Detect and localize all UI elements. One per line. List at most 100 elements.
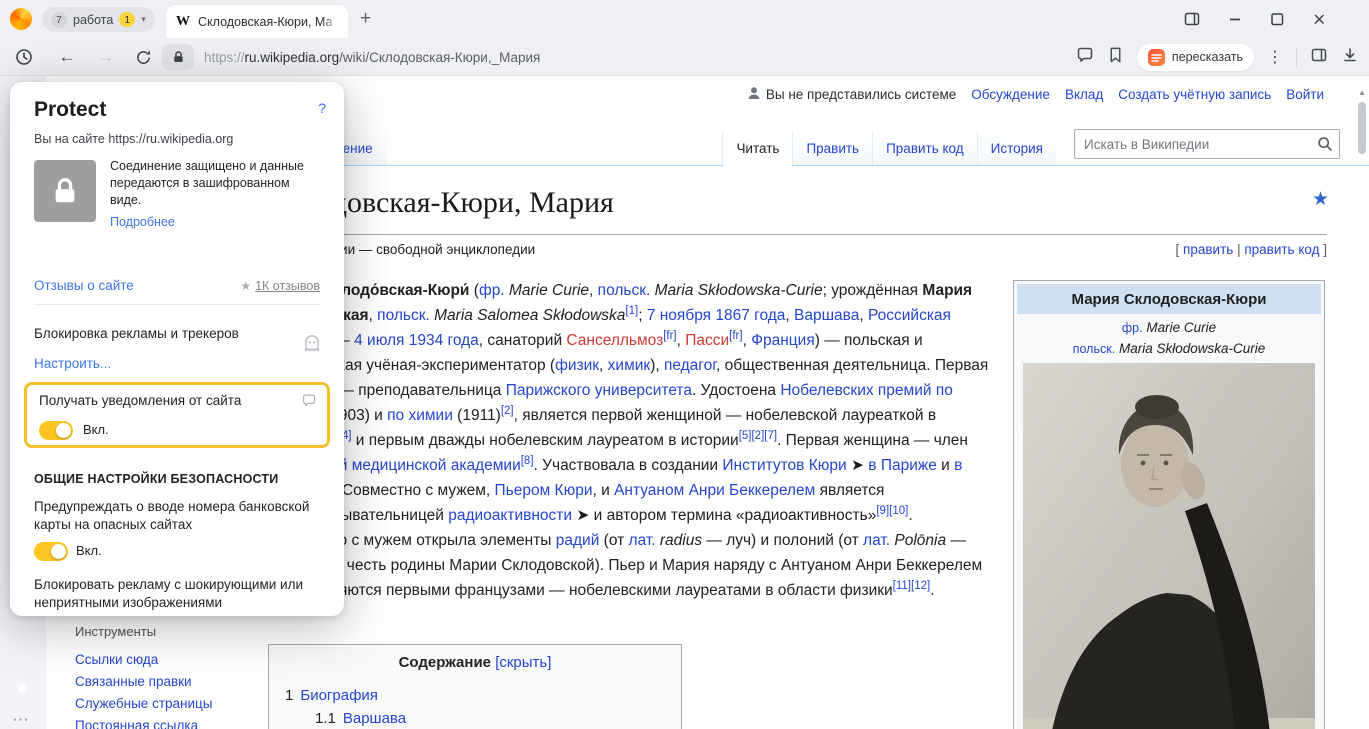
watch-star-icon[interactable]: ★ xyxy=(1312,188,1329,211)
notifications-toggle[interactable] xyxy=(39,421,73,440)
search-input[interactable] xyxy=(1074,129,1340,159)
wiki-link[interactable]: Франция xyxy=(751,332,815,349)
shocking-ads-label: Блокировать рекламу с шокирующими или не… xyxy=(34,576,316,612)
wiki-link[interactable]: Институтов Кюри xyxy=(722,457,846,474)
wiki-link[interactable]: Варшава xyxy=(794,307,859,324)
tab-group[interactable]: 7 работа 1 ▾ xyxy=(42,7,155,32)
url-path: /wiki/Склодовская-Кюри,_Мария xyxy=(339,50,540,65)
more-menu-icon[interactable]: ⋮ xyxy=(1267,47,1283,67)
wiki-link[interactable]: [11][12] xyxy=(893,580,931,592)
maximize-icon[interactable] xyxy=(1269,11,1285,27)
wiki-link[interactable]: фр. xyxy=(479,282,505,299)
wiki-link[interactable]: править xyxy=(1183,242,1233,257)
site-reviews-link[interactable]: Отзывы о сайте xyxy=(34,278,134,293)
sidebar-more-icon[interactable]: ⋯ xyxy=(12,710,30,729)
toc-link-biography[interactable]: Биография xyxy=(300,687,378,704)
sidebar-link-special-pages[interactable]: Служебные страницы xyxy=(75,693,212,715)
back-icon[interactable]: ← xyxy=(55,38,79,76)
wiki-link[interactable]: физик xyxy=(555,357,599,374)
card-warning-label: Предупреждать о вводе номера банковской … xyxy=(34,498,316,534)
toc-link-warsaw[interactable]: Варшава xyxy=(343,710,406,727)
ghost-icon xyxy=(302,334,322,356)
wiki-link[interactable]: Антуаном Анри Беккерелем xyxy=(614,482,815,499)
scroll-up-icon[interactable]: ▲ xyxy=(1358,88,1366,97)
lock-icon xyxy=(50,175,80,207)
wiki-link[interactable]: Парижского университета xyxy=(506,382,692,399)
tab-group-new-badge: 1 xyxy=(119,12,135,27)
wiki-link[interactable]: 4 июля xyxy=(354,332,404,349)
wiki-link[interactable]: радиоактивности xyxy=(448,507,572,524)
infobox: Мария Склодовская-Кюри фр. Marie Curie п… xyxy=(1013,280,1325,729)
wiki-link[interactable]: педагог xyxy=(664,357,716,374)
summarize-label: пересказать xyxy=(1172,50,1243,64)
sidebar-link-permanent-link[interactable]: Постоянная ссылка xyxy=(75,715,212,729)
wiki-link[interactable]: 7 ноября xyxy=(647,307,711,324)
wiki-link[interactable]: 1934 года xyxy=(409,332,479,349)
scrollbar-thumb[interactable] xyxy=(1358,102,1366,154)
article-lead-paragraph: Мари́я Склодо́вская-Кюри́ (фр. Marie Cur… xyxy=(268,278,990,603)
wiki-link[interactable]: [8] xyxy=(521,455,534,467)
tab-read[interactable]: Читать xyxy=(722,131,792,165)
chevron-down-icon[interactable]: ▾ xyxy=(141,14,146,25)
secure-lock-tile xyxy=(34,160,96,222)
wiki-link[interactable]: [fr] xyxy=(663,330,676,342)
wiki-link[interactable]: [1] xyxy=(625,305,638,317)
wiki-link[interactable]: химик xyxy=(608,357,651,374)
wiki-link[interactable]: [2] xyxy=(501,405,514,417)
side-panel-icon[interactable] xyxy=(1183,10,1201,28)
star-icon: ★ xyxy=(240,279,251,293)
infobox-title: Мария Склодовская-Кюри xyxy=(1017,284,1321,314)
wiki-link[interactable]: Пьером Кюри xyxy=(495,482,593,499)
tab-history[interactable]: История xyxy=(977,131,1056,165)
card-warning-toggle[interactable] xyxy=(34,542,68,561)
search-icon[interactable] xyxy=(1317,136,1333,157)
profile-avatar[interactable] xyxy=(10,8,32,30)
wiki-link[interactable]: 1867 года xyxy=(715,307,785,324)
wiki-link[interactable]: польск. xyxy=(377,307,430,324)
adblock-label: Блокировка рекламы и трекеров xyxy=(34,326,239,341)
wiki-link[interactable]: радий xyxy=(556,532,600,549)
sidebar-link-whatlinkshere[interactable]: Ссылки сюда xyxy=(75,649,212,671)
tab-title-fade xyxy=(322,5,348,38)
help-link[interactable]: ? xyxy=(318,100,326,116)
sidebar-link-related-changes[interactable]: Связанные правки xyxy=(75,671,212,693)
bookmark-icon[interactable] xyxy=(1107,46,1124,69)
new-tab-button[interactable]: + xyxy=(360,6,371,32)
wiki-link[interactable]: лат. xyxy=(863,532,890,549)
tab-edit-source[interactable]: Править код xyxy=(872,131,977,165)
wiki-link[interactable]: Санселльмоз xyxy=(566,332,663,349)
wiki-link[interactable]: править код xyxy=(1244,242,1319,257)
summarize-button[interactable]: пересказать xyxy=(1137,44,1254,71)
forward-icon[interactable]: → xyxy=(94,38,118,76)
minimize-icon[interactable] xyxy=(1227,11,1243,27)
wiki-link[interactable]: [5][2][7] xyxy=(739,430,777,442)
reload-icon[interactable] xyxy=(131,38,155,76)
page-scrollbar[interactable]: ▲ xyxy=(1358,86,1366,725)
details-link[interactable]: Подробнее xyxy=(110,215,175,229)
wiki-link[interactable]: Пасси xyxy=(685,332,729,349)
tab-title: Склодовская-Кюри, Ма xyxy=(198,15,332,29)
wiki-link[interactable]: [9][10] xyxy=(876,505,908,517)
reviews-count[interactable]: ★ 1К отзывов xyxy=(240,279,320,293)
close-icon[interactable] xyxy=(1311,11,1327,27)
comments-icon[interactable] xyxy=(1076,46,1094,69)
history-icon[interactable] xyxy=(12,38,36,76)
wiki-link[interactable]: по химии xyxy=(387,407,453,424)
active-tab[interactable]: W Склодовская-Кюри, Ма xyxy=(166,5,348,38)
address-bar[interactable]: https://ru.wikipedia.org/wiki/Склодовска… xyxy=(204,38,540,76)
wiki-link[interactable]: [fr] xyxy=(729,330,742,342)
wiki-link[interactable]: польск. xyxy=(1073,342,1115,356)
site-lock-button[interactable] xyxy=(162,44,194,70)
toc-hide-link[interactable]: [скрыть] xyxy=(495,654,551,671)
wiki-link[interactable]: фр. xyxy=(1122,321,1143,335)
popup-divider xyxy=(34,304,320,305)
protect-title: Protect xyxy=(34,98,106,122)
wiki-link[interactable]: в Париже xyxy=(868,457,937,474)
configure-link[interactable]: Настроить... xyxy=(34,356,111,371)
downloads-icon[interactable] xyxy=(1341,46,1359,69)
tab-edit[interactable]: Править xyxy=(792,131,872,165)
wiki-link[interactable]: польск. xyxy=(598,282,651,299)
view-tabs: Читать Править Править код История xyxy=(722,129,1340,165)
panels-icon[interactable] xyxy=(1310,46,1328,69)
wiki-link[interactable]: лат. xyxy=(629,532,656,549)
